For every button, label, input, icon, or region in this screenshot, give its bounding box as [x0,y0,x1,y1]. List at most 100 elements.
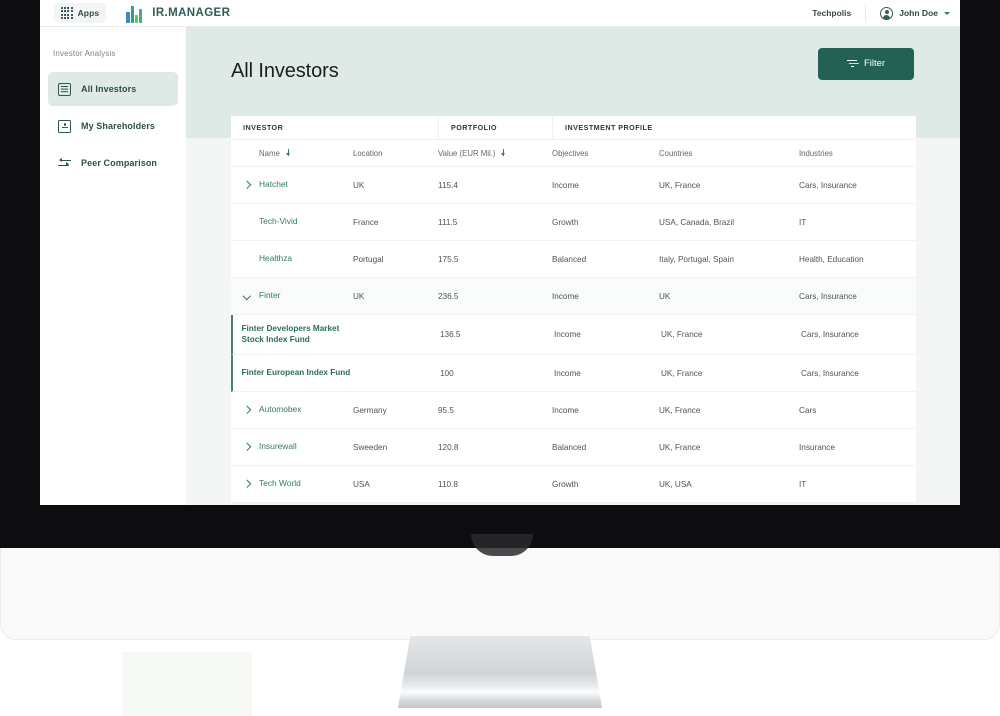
expand-chevron-icon[interactable] [242,181,251,190]
cell-value: 111.5 [438,217,458,227]
cell-objectives: Income [554,330,581,339]
column-header-value[interactable]: Value (EUR Mil.) [438,148,552,158]
top-navigation-right: Techpolis John Doe [812,0,950,26]
investors-table: INVESTOR PORTFOLIO INVESTMENT PROFILE Na… [231,116,916,503]
user-menu-button[interactable]: John Doe [866,6,950,20]
expand-chevron-icon[interactable] [242,406,251,415]
filter-icon [846,59,857,68]
investor-fund-name-link[interactable]: Finter European Index Fund [242,368,351,379]
expand-chevron-icon[interactable] [242,443,251,452]
cell-location: Germany [353,405,387,415]
sidebar-section-title: Investor Analysis [53,49,116,58]
table-group-header-row: INVESTOR PORTFOLIO INVESTMENT PROFILE [231,116,916,140]
cell-countries: UK, France [659,405,701,415]
monitor-stand [398,636,602,708]
sidebar-item-my-shareholders[interactable]: My Shareholders [48,109,178,143]
brand-home-link[interactable]: IR.MANAGER [126,4,230,23]
monitor-notch [471,534,533,556]
user-name: John Doe [899,8,938,18]
column-header-industries[interactable]: Industries [799,149,908,158]
cell-objectives: Income [552,291,579,301]
cell-location: UK [353,291,365,301]
cell-objectives: Income [554,368,581,378]
monitor-chin [0,534,1000,640]
cell-value: 115.4 [438,180,458,190]
cell-industries: IT [799,479,807,489]
cell-countries: USA, Canada, Brazil [659,217,735,227]
cell-location: Sweeden [353,442,388,452]
cell-value: 175.5 [438,254,459,264]
top-navigation-bar: Apps IR.MANAGER Techpolis John Doe [40,0,960,27]
apps-launcher-button[interactable]: Apps [54,3,107,23]
compare-arrows-icon [58,157,71,170]
cell-value: 110.8 [438,479,458,489]
investor-name-link[interactable]: Finter [259,290,280,301]
page-title: All Investors [231,60,339,82]
group-header-portfolio: PORTFOLIO [438,116,552,139]
sort-descending-icon[interactable] [285,148,292,158]
investor-name-link[interactable]: Automobex [259,404,301,415]
sidebar-item-label: Peer Comparison [81,158,158,168]
investor-fund-name-link[interactable]: Finter Developers Market Stock Index Fun… [242,324,356,346]
sidebar: Investor Analysis All Investors My Share… [40,27,186,505]
apps-label: Apps [77,8,100,18]
sidebar-item-peer-comparison[interactable]: Peer Comparison [48,146,178,180]
user-avatar-icon [880,6,894,20]
ir-manager-logo-icon [126,4,145,23]
group-header-investor: INVESTOR [243,123,284,132]
brand-name: IR.MANAGER [152,7,231,19]
table-row[interactable]: Hatchet UK 115.4 Income UK, France Cars,… [231,167,916,204]
table-column-header-row: Name Location Value (EUR Mil.) Objective… [231,140,916,167]
sort-descending-icon[interactable] [500,148,507,158]
table-row[interactable]: Tech World USA 110.8 Growth UK, USA IT [231,466,916,503]
investor-name-link[interactable]: Tech-Vivid [259,216,297,227]
organization-name[interactable]: Techpolis [812,8,865,18]
cell-industries: Cars [799,405,817,415]
app-body: Investor Analysis All Investors My Share… [40,27,960,505]
cell-location: Portugal [353,254,384,264]
table-row[interactable]: Tech-Vivid France 111.5 Growth USA, Cana… [231,204,916,241]
cell-countries: UK, France [661,330,703,339]
cell-industries: IT [799,217,807,227]
investor-name-link[interactable]: Hatchet [259,179,288,190]
chevron-down-icon [944,11,950,15]
apps-grid-icon [61,7,73,19]
column-header-objectives[interactable]: Objectives [552,149,659,158]
table-row-child[interactable]: Finter European Index Fund 100 Income UK… [231,355,916,392]
sidebar-item-all-investors[interactable]: All Investors [48,72,178,106]
document-person-icon [58,119,71,133]
table-row-child[interactable]: Finter Developers Market Stock Index Fun… [231,315,916,355]
column-header-location[interactable]: Location [353,149,438,158]
main-content: All Investors Filter INVESTOR PORTFOLIO … [186,27,960,505]
cell-objectives: Growth [552,217,579,227]
column-header-value-label: Value (EUR Mil.) [438,148,496,158]
column-header-countries[interactable]: Countries [659,149,799,158]
investor-name-link[interactable]: Healthza [259,253,292,264]
cell-industries: Cars, Insurance [799,291,857,301]
cell-objectives: Growth [552,479,579,489]
filter-button[interactable]: Filter [818,47,914,80]
sidebar-item-label: My Shareholders [81,121,156,131]
table-row[interactable]: Insurewall Sweeden 120.8 Balanced UK, Fr… [231,429,916,466]
cell-industries: Cars, Insurance [801,368,859,378]
list-icon [58,82,71,96]
cell-industries: Health, Education [799,254,864,264]
expand-chevron-icon[interactable] [242,480,251,489]
cell-industries: Cars, Insurance [799,180,857,190]
table-row[interactable]: Healthza Portugal 175.5 Balanced Italy, … [231,241,916,278]
cell-countries: UK, France [659,442,701,452]
table-row[interactable]: Finter UK 236.5 Income UK Cars, Insuranc… [231,278,916,315]
cell-value: 95.5 [438,405,454,415]
cell-industries: Cars, Insurance [801,330,859,339]
investor-name-link[interactable]: Tech World [259,478,301,489]
cell-industries: Insurance [799,442,835,452]
investor-name-link[interactable]: Insurewall [259,441,297,452]
collapse-chevron-icon[interactable] [242,292,251,301]
column-header-name[interactable]: Name [259,148,292,158]
cell-location: USA [353,479,370,489]
group-header-investment-profile: INVESTMENT PROFILE [552,116,916,139]
table-row[interactable]: Automobex Germany 95.5 Income UK, France… [231,392,916,429]
cell-countries: Italy, Portugal, Spain [659,254,734,264]
